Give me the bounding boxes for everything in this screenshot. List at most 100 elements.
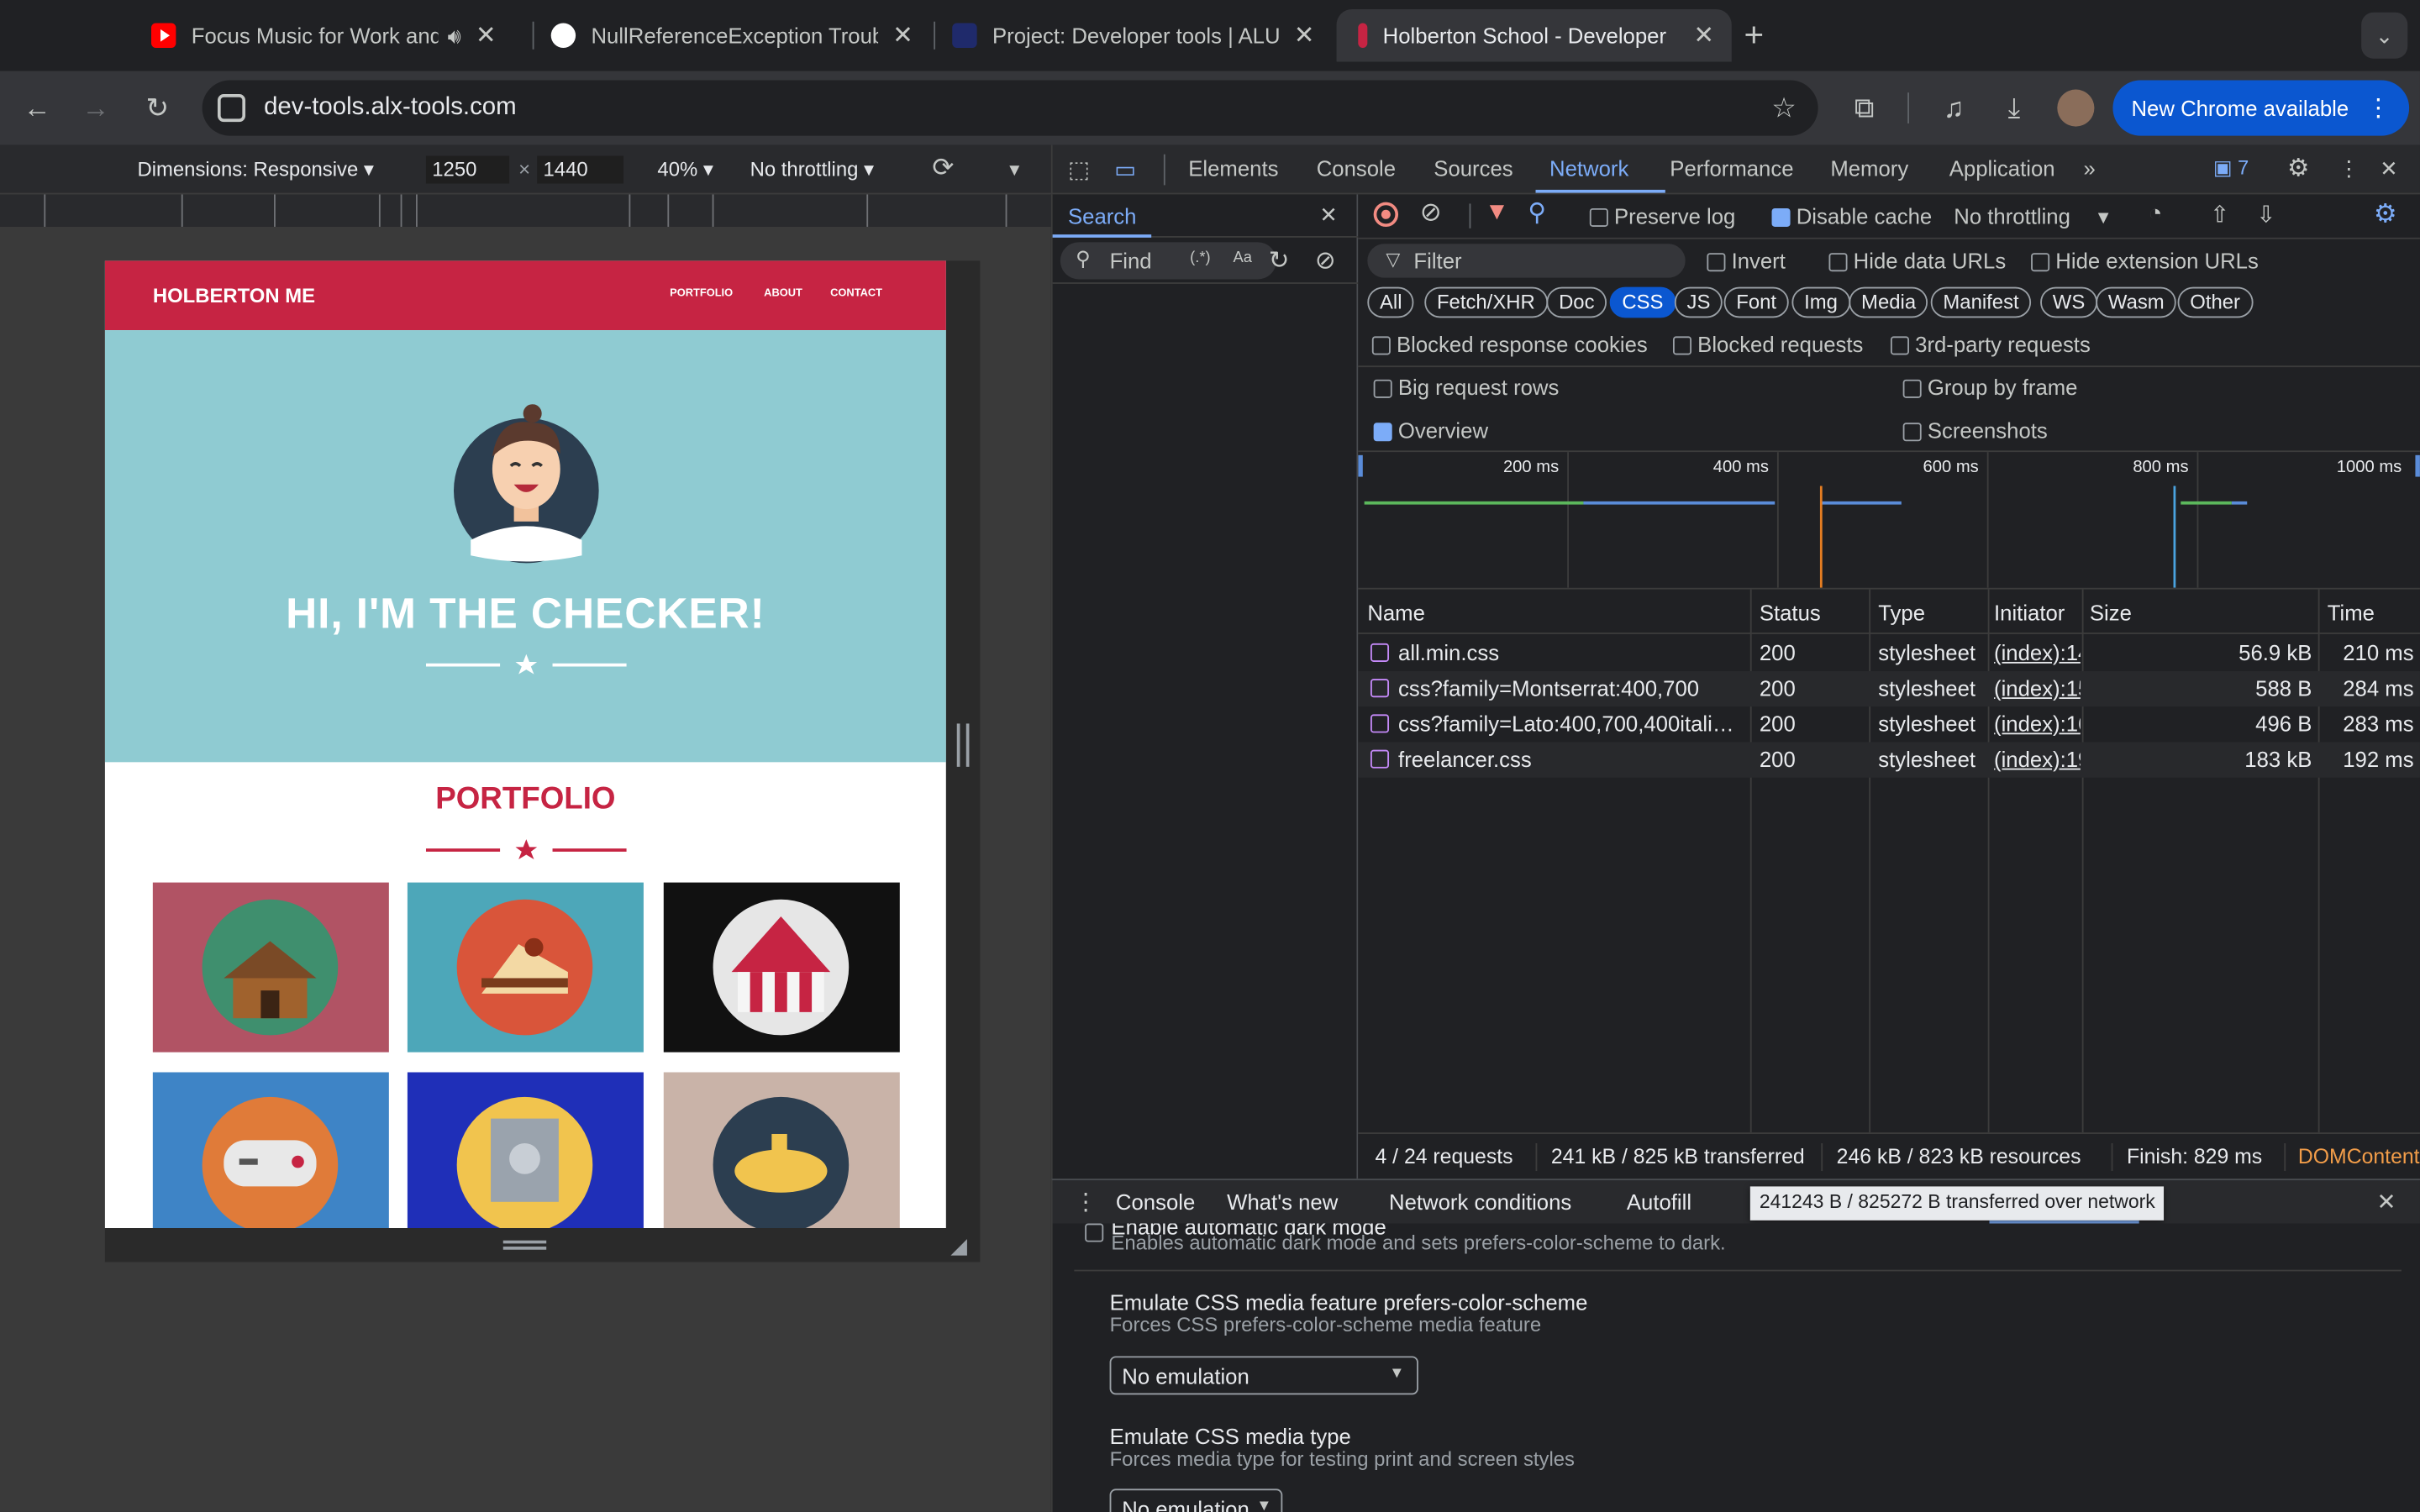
dark-mode-checkbox[interactable] bbox=[1085, 1223, 1104, 1242]
close-drawer-icon[interactable]: ✕ bbox=[2377, 1188, 2396, 1215]
tab-elements[interactable]: Elements bbox=[1188, 156, 1278, 181]
hide-extension-urls-box[interactable] bbox=[2031, 253, 2050, 272]
portfolio-item-cabin[interactable] bbox=[152, 882, 389, 1053]
more-tabs-icon[interactable]: » bbox=[2084, 156, 2096, 181]
col-time[interactable]: Time bbox=[2328, 600, 2375, 624]
filter-wasm[interactable]: Wasm bbox=[2096, 286, 2177, 318]
request-name[interactable]: freelancer.css bbox=[1398, 747, 1747, 771]
hide-data-urls-box[interactable] bbox=[1828, 253, 1848, 272]
tab-holberton-active[interactable]: Holberton School - Developer ✕ bbox=[1336, 9, 1732, 62]
new-tab-icon[interactable]: + bbox=[1744, 15, 1764, 55]
rotate-icon[interactable]: ⟳ bbox=[932, 153, 954, 184]
tab-memory[interactable]: Memory bbox=[1830, 156, 1908, 181]
request-name[interactable]: css?family=Montserrat:400,700 bbox=[1398, 675, 1747, 700]
request-initiator[interactable]: (index):14 bbox=[1994, 640, 2081, 664]
bookmark-star-icon[interactable]: ☆ bbox=[1771, 92, 1797, 124]
import-har-icon[interactable]: ⇧ bbox=[2210, 201, 2229, 228]
invert-box[interactable] bbox=[1707, 253, 1726, 272]
request-initiator[interactable]: (index):15 bbox=[1994, 675, 2081, 700]
close-devtools-icon[interactable]: ✕ bbox=[2380, 156, 2398, 182]
col-name[interactable]: Name bbox=[1367, 600, 1425, 624]
filter-icon[interactable]: ▼ bbox=[1485, 199, 1509, 227]
search-find-input[interactable]: ⚲ Find (.*) Aa bbox=[1060, 242, 1276, 280]
address-bar[interactable]: dev-tools.alx-tools.com ☆ bbox=[202, 80, 1818, 136]
drawer-menu-icon[interactable]: ⋮ bbox=[1074, 1188, 1097, 1215]
profile-avatar[interactable] bbox=[2057, 89, 2095, 127]
overview-checkbox[interactable]: Overview bbox=[1373, 418, 1488, 443]
filter-fetch-xhr[interactable]: Fetch/XHR bbox=[1424, 286, 1548, 318]
close-tab-icon[interactable]: ✕ bbox=[474, 20, 498, 51]
preserve-log-box[interactable] bbox=[1589, 208, 1608, 228]
filter-other[interactable]: Other bbox=[2177, 286, 2253, 318]
disable-cache-box[interactable] bbox=[1771, 208, 1791, 228]
request-initiator[interactable]: (index):19 bbox=[1994, 747, 2081, 771]
tab-application[interactable]: Application bbox=[1949, 156, 2055, 181]
disable-cache-checkbox[interactable]: Disable cache bbox=[1771, 203, 1932, 228]
url-text[interactable]: dev-tools.alx-tools.com bbox=[264, 94, 517, 122]
request-initiator[interactable]: (index):16 bbox=[1994, 711, 2081, 736]
back-icon[interactable]: ← bbox=[18, 90, 55, 127]
nav-portfolio[interactable]: PORTFOLIO bbox=[670, 288, 733, 299]
filter-img[interactable]: Img bbox=[1791, 286, 1850, 318]
screenshots-box[interactable] bbox=[1902, 423, 1922, 442]
regex-toggle[interactable]: (.*) bbox=[1190, 250, 1211, 267]
filter-ws[interactable]: WS bbox=[2040, 286, 2097, 318]
blocked-requests-checkbox[interactable]: Blocked requests bbox=[1672, 332, 1863, 356]
tab-search-icon[interactable]: ⌄ bbox=[2361, 12, 2408, 59]
network-settings-icon[interactable]: ⚙ bbox=[2374, 199, 2397, 230]
color-scheme-select[interactable]: No emulation ▼ bbox=[1109, 1356, 1418, 1395]
table-row[interactable]: freelancer.css 200 stylesheet (index):19… bbox=[1358, 742, 2420, 778]
extensions-icon[interactable]: ⧉ bbox=[1846, 90, 1883, 127]
screenshots-checkbox[interactable]: Screenshots bbox=[1902, 418, 2048, 443]
portfolio-item-cake[interactable] bbox=[407, 882, 644, 1053]
width-input[interactable]: 1250 bbox=[425, 155, 510, 184]
resize-handle-bottom[interactable] bbox=[502, 1240, 547, 1250]
filter-font[interactable]: Font bbox=[1723, 286, 1789, 318]
site-info-icon[interactable] bbox=[217, 94, 246, 123]
hide-extension-urls-checkbox[interactable]: Hide extension URLs bbox=[2031, 249, 2259, 273]
media-type-select[interactable]: No emulation ▼ bbox=[1109, 1488, 1283, 1512]
col-status[interactable]: Status bbox=[1760, 600, 1821, 624]
settings-gear-icon[interactable]: ⚙ bbox=[2287, 153, 2309, 184]
network-conditions-icon[interactable]: ◔ bbox=[2149, 201, 2163, 227]
portfolio-item-safe[interactable] bbox=[407, 1072, 644, 1229]
site-brand[interactable]: HOLBERTON ME bbox=[153, 284, 315, 307]
request-name[interactable]: css?family=Lato:400,700,400italic,700ita… bbox=[1398, 711, 1744, 736]
request-name[interactable]: all.min.css bbox=[1398, 640, 1747, 664]
nav-contact[interactable]: CONTACT bbox=[830, 288, 882, 299]
clear-log-icon[interactable]: ⊘ bbox=[1420, 197, 1442, 228]
table-row[interactable]: css?family=Montserrat:400,700 200 styles… bbox=[1358, 670, 2420, 707]
drawer-tab-network-conditions[interactable]: Network conditions bbox=[1389, 1189, 1571, 1214]
invert-checkbox[interactable]: Invert bbox=[1707, 249, 1786, 273]
zoom-select[interactable]: 40% ▾ bbox=[657, 157, 713, 181]
device-toggle-icon[interactable]: ▭ bbox=[1114, 156, 1136, 183]
tab-console[interactable]: Console bbox=[1317, 156, 1396, 181]
portfolio-item-submarine[interactable] bbox=[663, 1072, 900, 1229]
resize-corner-icon[interactable]: ◢ bbox=[950, 1233, 967, 1259]
filter-media[interactable]: Media bbox=[1849, 286, 1928, 318]
preserve-log-checkbox[interactable]: Preserve log bbox=[1589, 203, 1735, 228]
filter-manifest[interactable]: Manifest bbox=[1930, 286, 2032, 318]
third-party-box[interactable] bbox=[1890, 336, 1909, 355]
tab-project-devtools[interactable]: Project: Developer tools | ALU ✕ bbox=[937, 9, 1332, 61]
drawer-tab-whats-new[interactable]: What's new bbox=[1227, 1189, 1338, 1214]
tab-sources[interactable]: Sources bbox=[1434, 156, 1512, 181]
network-filter-input[interactable]: ▽ Filter bbox=[1367, 244, 1686, 278]
close-tab-icon[interactable]: ✕ bbox=[891, 20, 915, 51]
devtools-more-icon[interactable]: ⋮ bbox=[2338, 156, 2360, 182]
group-by-frame-checkbox[interactable]: Group by frame bbox=[1902, 375, 2077, 400]
media-query-ruler[interactable] bbox=[0, 192, 1051, 228]
export-har-icon[interactable]: ⇩ bbox=[2256, 201, 2275, 228]
device-more-icon[interactable]: ▾ bbox=[1009, 157, 1019, 181]
group-by-frame-box[interactable] bbox=[1902, 380, 1922, 399]
tab-network[interactable]: Network bbox=[1549, 156, 1628, 181]
new-chrome-button[interactable]: New Chrome available ⋮ bbox=[2112, 80, 2410, 136]
blocked-requests-box[interactable] bbox=[1672, 336, 1692, 355]
overview-box[interactable] bbox=[1373, 423, 1392, 442]
clear-search-icon[interactable]: ⊘ bbox=[1315, 245, 1336, 276]
resize-handle-right[interactable] bbox=[956, 723, 970, 767]
height-input[interactable]: 1440 bbox=[537, 155, 624, 184]
close-tab-icon[interactable]: ✕ bbox=[1691, 20, 1716, 51]
match-case-toggle[interactable]: Aa bbox=[1234, 250, 1252, 267]
filter-css[interactable]: CSS bbox=[1609, 286, 1676, 318]
